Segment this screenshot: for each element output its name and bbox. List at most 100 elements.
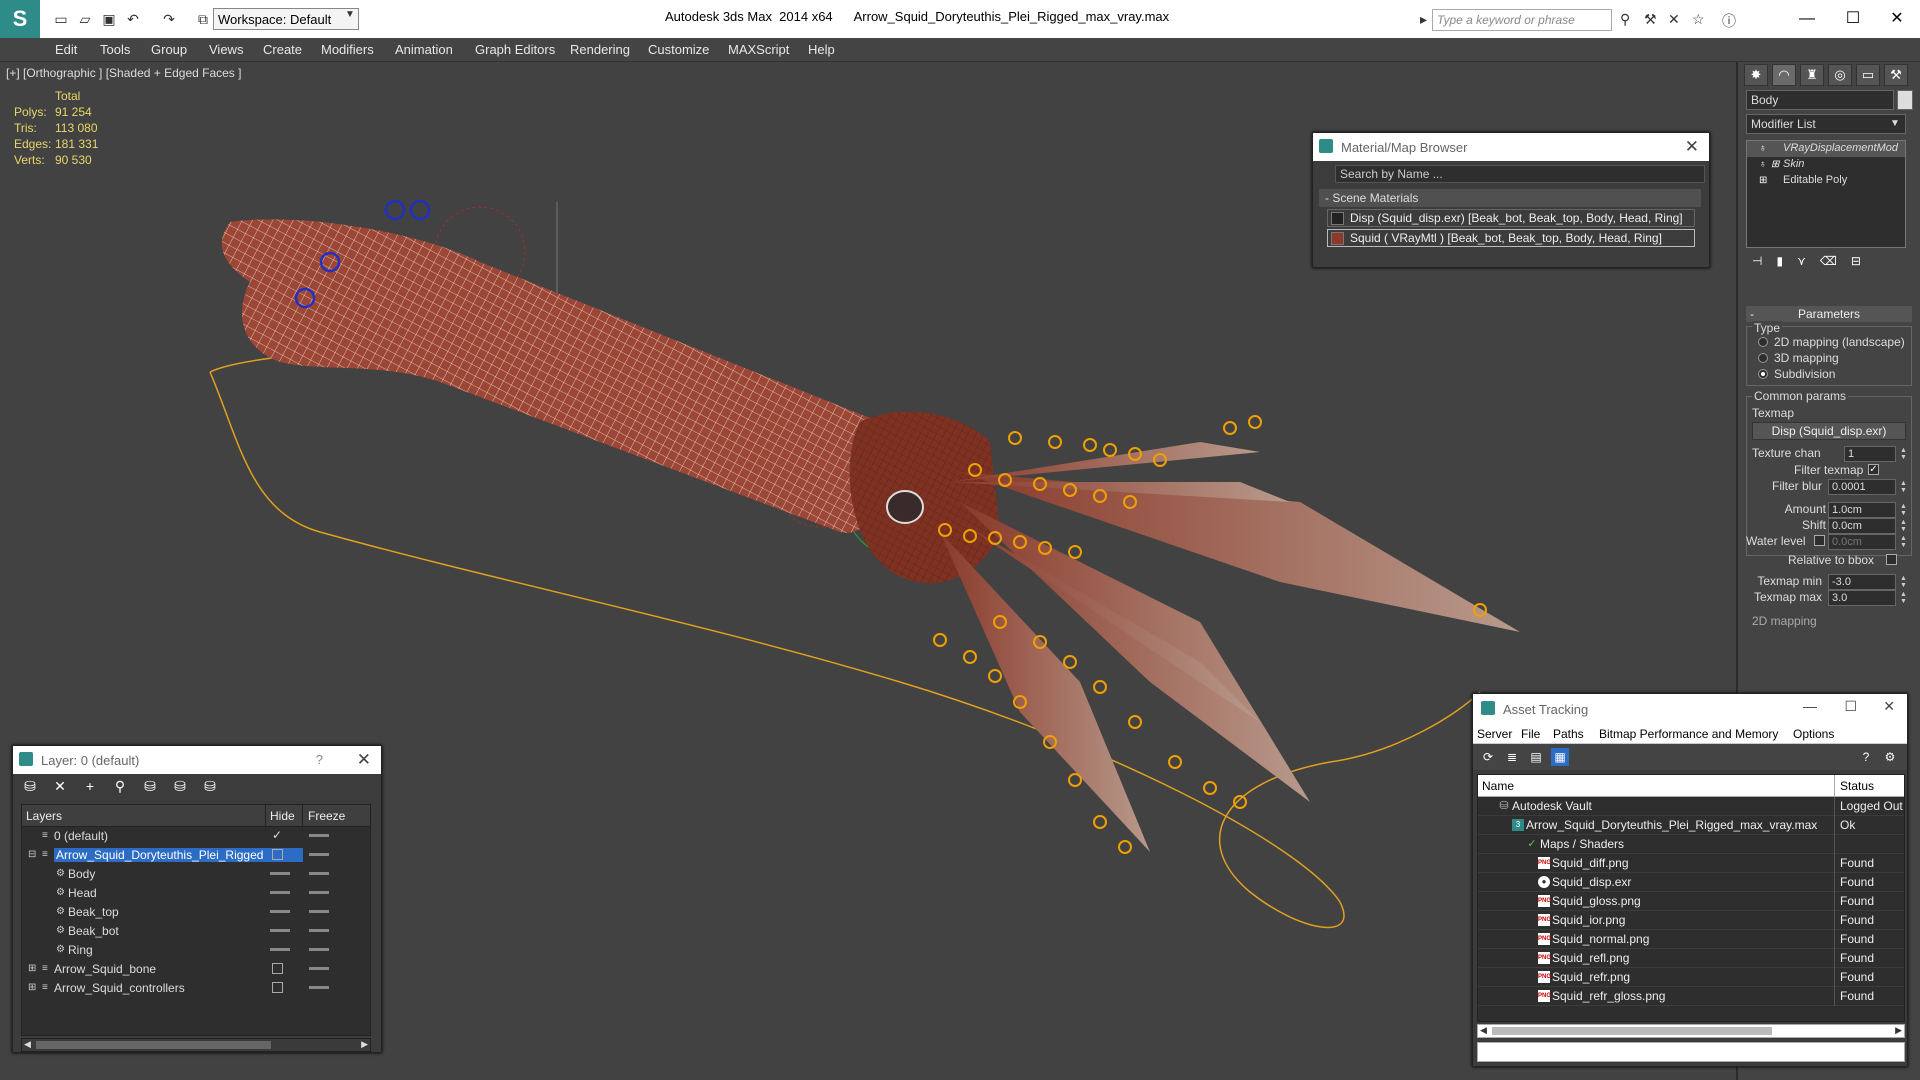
column-hide[interactable]: Hide — [270, 809, 295, 823]
create-tab-icon[interactable]: ✸ — [1744, 64, 1768, 86]
menu-rendering[interactable]: Rendering — [570, 42, 630, 57]
help-icon[interactable]: ? — [316, 752, 323, 767]
redo-icon[interactable]: ↷ — [160, 10, 178, 28]
freeze-toggle[interactable]: ▬▬ — [309, 981, 329, 992]
column-freeze[interactable]: Freeze — [308, 809, 345, 823]
asset-row-squid-diff[interactable]: PNG Squid_diff.png Found — [1478, 854, 1904, 873]
stack-item-editable-poly[interactable]: ⊞ Editable Poly — [1747, 173, 1905, 189]
minimize-button[interactable]: — — [1803, 698, 1817, 714]
water-level-checkbox[interactable] — [1814, 535, 1825, 546]
scrollbar-thumb[interactable] — [1492, 1027, 1772, 1035]
modifier-list-dropdown[interactable]: Modifier List — [1746, 114, 1906, 134]
pin-stack-icon[interactable]: ⊣ — [1752, 254, 1762, 274]
radio-2d-mapping[interactable] — [1758, 337, 1768, 347]
freeze-toggle[interactable]: ▬▬ — [309, 905, 329, 916]
workspace-dropdown[interactable]: Workspace: Default — [213, 8, 359, 30]
expand-icon[interactable]: ▸ — [1420, 11, 1427, 28]
asset-row-squid-gloss[interactable]: PNG Squid_gloss.png Found — [1478, 892, 1904, 911]
modify-tab-icon[interactable]: ◠ — [1772, 64, 1796, 86]
layer-row-body[interactable]: ⚙ Body ▬▬ ▬▬ — [22, 865, 370, 884]
spinner-arrows-icon[interactable]: ▲ ▼ — [1900, 503, 1907, 517]
motion-tab-icon[interactable]: ◎ — [1828, 64, 1852, 86]
spinner-arrows-icon[interactable]: ▲ ▼ — [1900, 575, 1907, 589]
texture-chan-spinner[interactable]: 1 — [1844, 446, 1896, 462]
scroll-right-icon[interactable]: ▶ — [361, 1039, 368, 1050]
water-level-spinner[interactable]: 0.0cm — [1828, 534, 1896, 550]
freeze-toggle[interactable]: ▬▬ — [309, 829, 329, 840]
asset-row-squid-ior[interactable]: PNG Squid_ior.png Found — [1478, 911, 1904, 930]
lightbulb-icon[interactable]: ♁ — [1759, 143, 1767, 154]
freeze-toggle[interactable]: ▬▬ — [309, 924, 329, 935]
asset-row-squid-refr-gloss[interactable]: PNG Squid_refr_gloss.png Found — [1478, 987, 1904, 1006]
asset-menu-bitmap-performance[interactable]: Bitmap Performance and Memory — [1599, 727, 1778, 741]
select-objects-icon[interactable]: ⚲ — [111, 778, 129, 796]
hide-checkbox[interactable] — [272, 982, 283, 993]
settings-icon[interactable]: ⚙ — [1881, 748, 1899, 766]
asset-row-squid-refl[interactable]: PNG Squid_refl.png Found — [1478, 949, 1904, 968]
object-color-swatch[interactable] — [1897, 90, 1913, 110]
column-name[interactable]: Name — [1482, 779, 1514, 793]
freeze-toggle[interactable]: ▬▬ — [309, 962, 329, 973]
chevron-down-icon[interactable]: ▼ — [1890, 118, 1900, 129]
asset-row-squid-refr[interactable]: PNG Squid_refr.png Found — [1478, 968, 1904, 987]
search-input[interactable]: Type a keyword or phrase — [1432, 9, 1612, 31]
stack-item-vraydisplacement[interactable]: ♁ VRayDisplacementMod — [1747, 141, 1905, 157]
help-icon[interactable]: ⓘ — [1722, 11, 1736, 31]
asset-tracking-titlebar[interactable]: Asset Tracking — ☐ ✕ — [1473, 694, 1907, 724]
menu-group[interactable]: Group — [151, 42, 187, 57]
parameters-rollout-header[interactable]: - Parameters — [1746, 306, 1912, 322]
subscription-icon[interactable]: ⚒ — [1644, 11, 1657, 28]
column-layers[interactable]: Layers — [26, 809, 62, 823]
menu-tools[interactable]: Tools — [100, 42, 130, 57]
menu-views[interactable]: Views — [209, 42, 243, 57]
close-button[interactable]: ✕ — [1883, 698, 1895, 715]
hide-toggle[interactable]: ▬▬ — [270, 943, 290, 954]
new-file-icon[interactable]: ▭ — [52, 10, 70, 28]
freeze-toggle[interactable]: ▬▬ — [309, 943, 329, 954]
material-browser-titlebar[interactable]: Material/Map Browser ✕ — [1313, 133, 1709, 161]
freeze-toggle[interactable]: ▬▬ — [309, 848, 329, 859]
stack-item-skin[interactable]: ♁ ⊞ Skin — [1747, 157, 1905, 173]
radio-subdivision[interactable] — [1758, 369, 1768, 379]
layer-row-controllers[interactable]: ⊞ ≡ Arrow_Squid_controllers ▬▬ — [22, 979, 370, 998]
list-view-icon[interactable]: ≣ — [1503, 748, 1521, 766]
open-file-icon[interactable]: ▱ — [76, 10, 94, 28]
menu-customize[interactable]: Customize — [648, 42, 709, 57]
undo-icon[interactable]: ↶ — [124, 10, 142, 28]
texmap-button[interactable]: Disp (Squid_disp.exr) — [1752, 422, 1906, 440]
layer-panel-titlebar[interactable]: Layer: 0 (default) ? ✕ — [13, 746, 381, 774]
expand-icon[interactable]: ⊞ — [28, 963, 36, 974]
table-view-icon[interactable]: ▦ — [1551, 748, 1569, 766]
relative-bbox-checkbox[interactable] — [1886, 554, 1897, 565]
chevron-down-icon[interactable]: ▼ — [345, 9, 355, 20]
close-button[interactable]: ✕ — [1874, 4, 1920, 34]
menu-modifiers[interactable]: Modifiers — [321, 42, 374, 57]
hide-toggle[interactable]: ▬▬ — [270, 924, 290, 935]
spinner-arrows-icon[interactable]: ▲ ▼ — [1900, 535, 1907, 549]
hierarchy-tab-icon[interactable]: ♜ — [1800, 64, 1824, 86]
expand-icon[interactable]: ⊟ — [28, 849, 36, 860]
current-layer-icon[interactable]: ⛁ — [201, 778, 219, 796]
asset-row-maps-shaders[interactable]: ✓ Maps / Shaders — [1478, 835, 1904, 854]
layer-row-head[interactable]: ⚙ Head ▬▬ ▬▬ — [22, 884, 370, 903]
asset-menu-paths[interactable]: Paths — [1553, 727, 1584, 741]
amount-spinner[interactable]: 1.0cm — [1828, 502, 1896, 518]
lightbulb-icon[interactable]: ♁ — [1759, 159, 1767, 170]
spinner-arrows-icon[interactable]: ▲ ▼ — [1900, 519, 1907, 533]
menu-graph-editors[interactable]: Graph Editors — [475, 42, 555, 57]
highlight-layer-icon[interactable]: ⛁ — [171, 778, 189, 796]
layer-row-ring[interactable]: ⚙ Ring ▬▬ ▬▬ — [22, 941, 370, 960]
spinner-arrows-icon[interactable]: ▲ ▼ — [1900, 480, 1907, 494]
close-icon[interactable]: ✕ — [1685, 137, 1699, 157]
layer-row-beak-top[interactable]: ⚙ Beak_top ▬▬ ▬▬ — [22, 903, 370, 922]
maximize-button[interactable]: ☐ — [1844, 698, 1857, 715]
scroll-left-icon[interactable]: ◀ — [24, 1039, 31, 1050]
hide-toggle[interactable]: ▬▬ — [270, 867, 290, 878]
expand-icon[interactable]: ⊞ — [28, 982, 36, 993]
create-layer-icon[interactable]: ⛁ — [21, 778, 39, 796]
app-logo-icon[interactable]: S — [0, 0, 40, 38]
utilities-tab-icon[interactable]: ⚒ — [1884, 64, 1908, 86]
material-item-squid[interactable]: Squid ( VRayMtl ) [Beak_bot, Beak_top, B… — [1327, 229, 1695, 247]
menu-edit[interactable]: Edit — [55, 42, 77, 57]
freeze-toggle[interactable]: ▬▬ — [309, 867, 329, 878]
